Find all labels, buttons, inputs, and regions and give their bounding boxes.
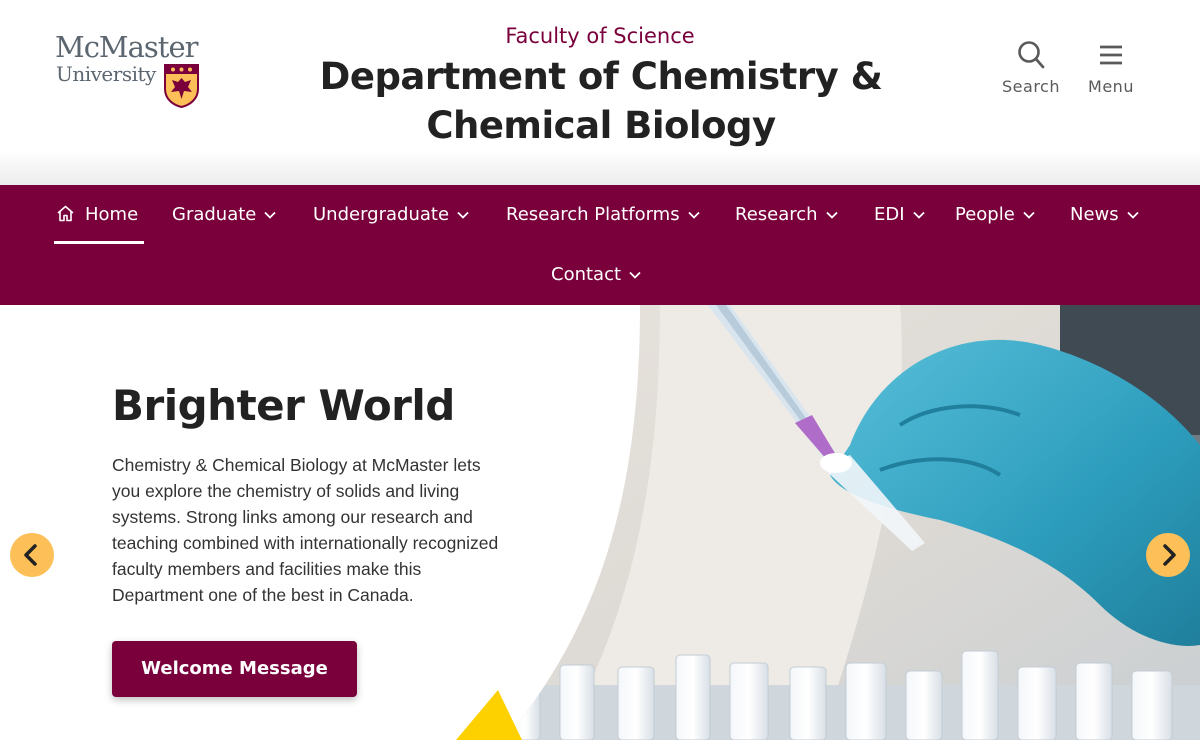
hero-carousel: Brighter World Chemistry & Chemical Biol… [0,305,1200,740]
nav-item-label: EDI [874,204,905,225]
nav-item-label: Undergraduate [313,204,450,225]
hero-description: Chemistry & Chemical Biology at McMaster… [112,455,499,605]
nav-item-label: People [955,204,1015,225]
menu-button[interactable]: Menu [1076,40,1146,100]
chevron-down-icon [457,211,469,219]
search-button[interactable]: Search [996,40,1066,100]
chevron-down-icon [1023,211,1035,219]
nav-item-label: News [1070,204,1119,225]
chevron-down-icon [1127,211,1139,219]
hamburger-icon [1100,45,1122,65]
search-icon [1018,41,1045,69]
chevron-down-icon [825,211,838,219]
carousel-prev-button[interactable] [10,533,54,577]
nav-item-research[interactable]: Research [735,195,838,235]
nav-item-label: Home [85,204,139,225]
carousel-next-button[interactable] [1146,533,1190,577]
chevron-left-icon [24,544,37,566]
nav-item-label: Research Platforms [506,204,680,225]
search-label: Search [1002,77,1060,96]
home-icon [57,205,74,222]
page-title: Department of Chemistry & Chemical Biolo… [319,55,883,147]
chevron-right-icon [1163,544,1176,566]
nav-item-home[interactable]: Home [56,195,138,235]
nav-item-edi[interactable]: EDI [874,195,925,235]
nav-item-contact[interactable]: Contact [551,255,641,295]
nav-item-graduate[interactable]: Graduate [172,195,277,235]
mcmaster-shield-icon [164,64,199,108]
nav-item-label: Research [735,204,818,225]
site-header: McMaster University Faculty of Science D… [0,0,1200,185]
hero-title: Brighter World [112,381,455,430]
nav-item-label: Contact [551,264,622,285]
active-indicator [54,241,144,244]
chevron-down-icon [629,271,641,279]
welcome-message-button[interactable]: Welcome Message [112,641,357,697]
nav-item-undergraduate[interactable]: Undergraduate [313,195,469,235]
chevron-down-icon [264,211,277,219]
main-navigation: Home Graduate Undergraduate Research Pla… [0,185,1200,305]
nav-item-news[interactable]: News [1070,195,1139,235]
nav-item-research-platforms[interactable]: Research Platforms [506,195,700,235]
chevron-down-icon [687,211,700,219]
logo-wordmark-line2: University [56,62,156,86]
nav-item-label: Graduate [172,204,257,225]
menu-label: Menu [1088,77,1134,96]
nav-item-people[interactable]: People [955,195,1035,235]
chevron-down-icon [912,211,925,219]
